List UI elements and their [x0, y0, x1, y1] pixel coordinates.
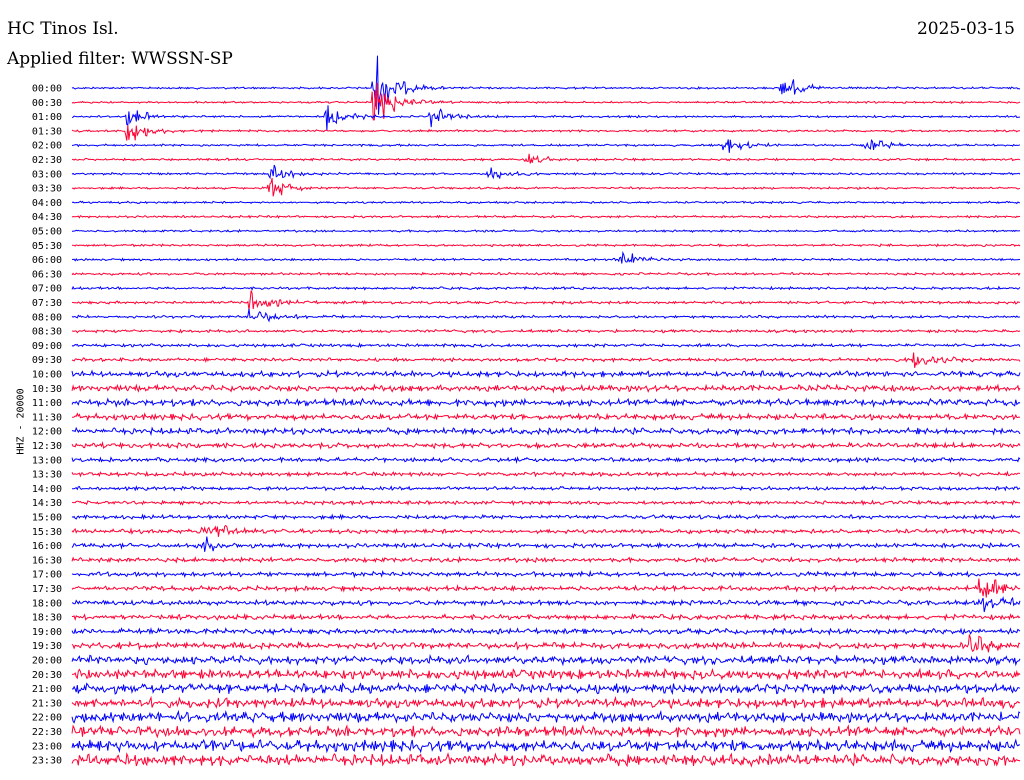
- row-time-label: 13:30: [32, 470, 62, 481]
- row-time-label: 09:00: [32, 341, 62, 352]
- trace-row-0730: [71, 290, 1021, 311]
- trace-row-0700: [71, 285, 1021, 291]
- trace-row-0300: [71, 164, 1021, 180]
- row-time-label: 18:00: [32, 598, 62, 609]
- trace-row-0500: [71, 228, 1021, 233]
- row-time-label: 08:00: [32, 312, 62, 323]
- trace-row-0130: [71, 125, 1021, 141]
- trace-row-1530: [71, 524, 1020, 537]
- traces-group: [71, 55, 1021, 768]
- row-time-label: 20:00: [32, 656, 62, 667]
- row-time-label: 04:30: [32, 212, 62, 223]
- row-time-label: 07:00: [32, 284, 62, 295]
- row-time-label: 00:30: [32, 98, 62, 109]
- row-time-label: 19:30: [32, 641, 62, 652]
- trace-row-2100: [71, 681, 1021, 696]
- row-time-label: 15:00: [32, 513, 62, 524]
- trace-row-1330: [71, 470, 1021, 478]
- row-time-label: 05:00: [32, 227, 62, 238]
- row-time-label: 01:00: [32, 112, 62, 123]
- row-time-label: 17:30: [32, 584, 62, 595]
- trace-row-1000: [71, 369, 1021, 379]
- trace-row-1100: [71, 397, 1021, 408]
- row-time-label: 11:00: [32, 398, 62, 409]
- row-time-label: 21:00: [32, 684, 62, 695]
- trace-row-2200: [71, 709, 1021, 724]
- trace-row-1630: [71, 555, 1021, 564]
- row-time-label: 04:00: [32, 198, 62, 209]
- row-time-label: 10:00: [32, 370, 62, 381]
- trace-row-1800: [71, 595, 1021, 613]
- row-time-label: 14:00: [32, 484, 62, 495]
- trace-row-2300: [71, 738, 1020, 754]
- trace-row-1930: [71, 634, 1021, 653]
- row-time-label: 13:00: [32, 455, 62, 466]
- seismogram-plot: 00:00 00:30 01:00 01:30 02:00 02:30 03:00 03:30…: [32, 55, 1021, 768]
- trace-row-0600: [71, 250, 1021, 264]
- trace-row-2230: [71, 724, 1021, 739]
- trace-row-2330: [71, 752, 1021, 768]
- row-time-label: 06:30: [32, 269, 62, 280]
- trace-row-0400: [71, 200, 1021, 205]
- row-time-label: 09:30: [32, 355, 62, 366]
- row-time-label: 18:30: [32, 613, 62, 624]
- row-time-label: 15:30: [32, 527, 62, 538]
- trace-row-1700: [71, 569, 1021, 579]
- row-time-label: 23:00: [32, 741, 62, 752]
- trace-row-0930: [71, 352, 1021, 368]
- trace-row-0800: [71, 308, 1021, 323]
- trace-row-1730: [71, 578, 1021, 598]
- trace-row-1830: [72, 612, 1021, 622]
- row-time-label: 17:00: [32, 570, 62, 581]
- trace-row-1200: [71, 426, 1021, 437]
- row-time-label: 08:30: [32, 327, 62, 338]
- row-time-label: 03:00: [32, 169, 62, 180]
- trace-row-1030: [71, 383, 1021, 394]
- row-time-label: 00:00: [32, 84, 62, 95]
- row-time-label: 14:30: [32, 498, 62, 509]
- row-time-label: 16:30: [32, 555, 62, 566]
- row-time-label: 03:30: [32, 184, 62, 195]
- trace-row-0630: [71, 271, 1021, 277]
- trace-row-1300: [71, 456, 1021, 464]
- row-time-label: 06:00: [32, 255, 62, 266]
- row-time-label: 22:00: [32, 713, 62, 724]
- row-time-label: 22:30: [32, 727, 62, 738]
- trace-row-1500: [71, 513, 1021, 521]
- trace-row-0200: [71, 138, 1021, 153]
- row-time-label: 02:30: [32, 155, 62, 166]
- row-time-label: 10:30: [32, 384, 62, 395]
- time-labels-group: 00:00 00:30 01:00 01:30 02:00 02:30 03:00 03:30…: [32, 84, 62, 767]
- trace-row-1900: [71, 627, 1021, 636]
- row-time-label: 19:00: [32, 627, 62, 638]
- row-time-label: 12:30: [32, 441, 62, 452]
- row-time-label: 12:00: [32, 427, 62, 438]
- row-time-label: 01:30: [32, 126, 62, 137]
- row-time-label: 02:00: [32, 141, 62, 152]
- row-time-label: 07:30: [32, 298, 62, 309]
- trace-row-0000: [71, 55, 1021, 115]
- row-time-label: 20:30: [32, 670, 62, 681]
- trace-row-2130: [71, 695, 1021, 710]
- trace-row-1430: [71, 499, 1021, 507]
- trace-row-0830: [71, 328, 1021, 334]
- row-time-label: 05:30: [32, 241, 62, 252]
- trace-row-1600: [71, 536, 1021, 552]
- row-time-label: 21:30: [32, 698, 62, 709]
- trace-row-0100: [71, 105, 1021, 131]
- row-time-label: 11:30: [32, 412, 62, 423]
- trace-row-1400: [71, 485, 1021, 492]
- row-time-label: 23:30: [32, 756, 62, 767]
- trace-row-0230: [72, 153, 1021, 164]
- row-time-label: 16:00: [32, 541, 62, 552]
- trace-row-0330: [71, 177, 1021, 197]
- trace-row-2030: [71, 667, 1021, 681]
- trace-row-0530: [72, 243, 1021, 248]
- trace-row-0430: [71, 214, 1021, 219]
- trace-row-0030: [71, 82, 1021, 121]
- trace-row-0900: [71, 342, 1021, 349]
- trace-row-1130: [72, 412, 1021, 422]
- trace-row-1230: [71, 440, 1021, 451]
- trace-row-2000: [71, 653, 1021, 667]
